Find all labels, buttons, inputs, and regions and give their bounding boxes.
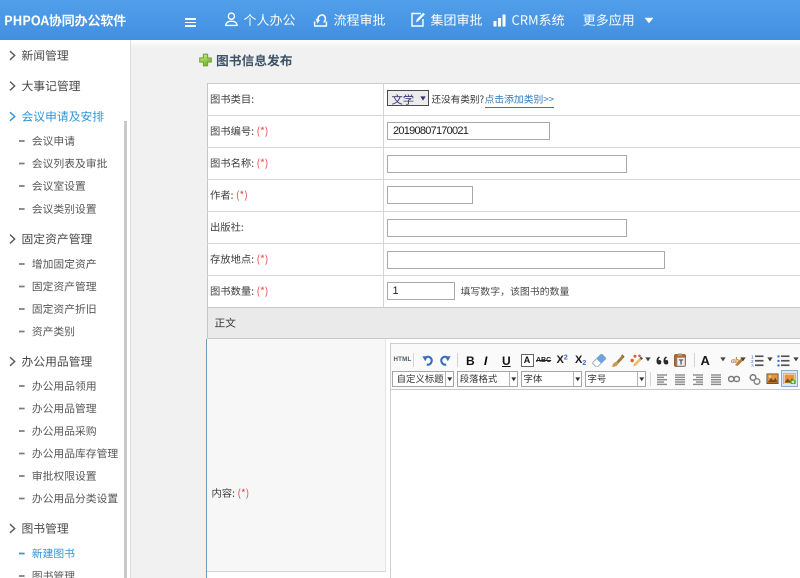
svg-text:3: 3 xyxy=(751,363,754,367)
svg-text:T: T xyxy=(679,358,684,367)
